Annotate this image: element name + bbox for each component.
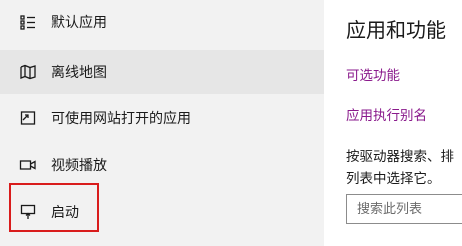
page-title: 应用和功能 [346,18,446,42]
optional-features-link[interactable]: 可选功能 [346,64,400,84]
description-line: 列表中选择它。 [346,171,441,187]
settings-sidebar: 默认应用 离线地图 可使用网站打开的应用 视频播放 启动 [0,0,324,246]
startup-icon [18,202,38,222]
description-text: 按驱动器搜索、排 列表中选择它。 [346,146,454,190]
sidebar-item-startup[interactable]: 启动 [0,190,324,234]
sidebar-item-video-playback[interactable]: 视频播放 [0,143,324,187]
sidebar-item-label: 启动 [51,205,79,221]
sidebar-item-label: 默认应用 [51,15,107,31]
app-execution-aliases-link[interactable]: 应用执行别名 [346,104,427,124]
sidebar-item-apps-for-websites[interactable]: 可使用网站打开的应用 [0,96,324,140]
main-content: 应用和功能 可选功能 应用执行别名 按驱动器搜索、排 列表中选择它。 [324,0,462,246]
video-playback-icon [18,155,38,175]
description-line: 按驱动器搜索、排 [346,149,454,165]
sidebar-item-label: 可使用网站打开的应用 [51,111,191,127]
search-input[interactable] [346,194,462,224]
apps-for-websites-icon [18,108,38,128]
default-apps-icon [18,12,38,32]
sidebar-item-default-apps[interactable]: 默认应用 [0,0,324,44]
sidebar-item-label: 离线地图 [51,65,107,81]
offline-maps-icon [18,62,38,82]
sidebar-item-offline-maps[interactable]: 离线地图 [0,50,324,94]
sidebar-item-label: 视频播放 [51,158,107,174]
